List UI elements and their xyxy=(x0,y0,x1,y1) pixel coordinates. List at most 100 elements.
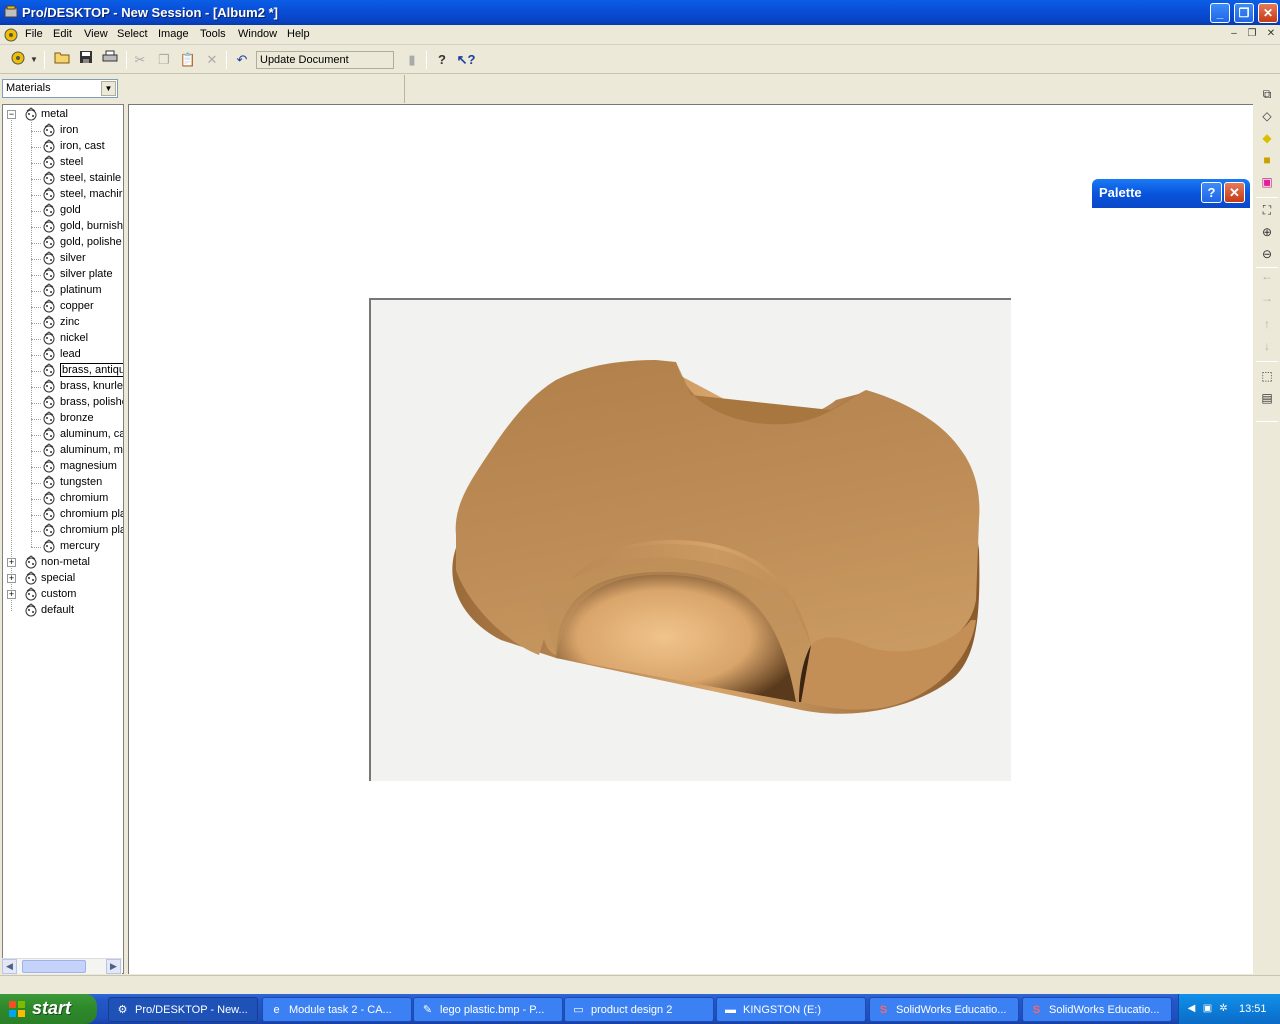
tree-item-material[interactable]: brass, polishe xyxy=(3,395,123,411)
tree-group-metal[interactable]: − metal xyxy=(3,107,123,123)
maximize-button[interactable]: ❐ xyxy=(1234,3,1254,23)
workplane-icon[interactable] xyxy=(8,50,28,70)
tree-item-material[interactable]: steel xyxy=(3,155,123,171)
settings-tray-icon[interactable]: ✲ xyxy=(1217,1002,1230,1015)
menu-file[interactable]: File xyxy=(25,28,43,40)
tree-item-material[interactable]: iron xyxy=(3,123,123,139)
tree-item-material[interactable]: steel, stainle xyxy=(3,171,123,187)
zoom-out-icon[interactable]: ⊖ xyxy=(1258,245,1276,263)
tree-item-material[interactable]: bronze xyxy=(3,411,123,427)
task-product-design[interactable]: ▭ product design 2 xyxy=(564,997,714,1022)
expand-icon[interactable]: + xyxy=(7,558,16,567)
pan-left-icon[interactable]: ← xyxy=(1258,267,1276,285)
select-part-icon[interactable]: ⬚ xyxy=(1258,367,1276,385)
tree-item-material[interactable]: chromium pla xyxy=(3,523,123,539)
tree-item-material[interactable]: platinum xyxy=(3,283,123,299)
palette-close-button[interactable]: ✕ xyxy=(1224,182,1245,203)
palette-window[interactable]: Palette ? ✕ xyxy=(1092,179,1250,208)
chevron-down-icon[interactable]: ▼ xyxy=(28,50,40,70)
network-icon[interactable]: ▣ xyxy=(1201,1002,1214,1015)
tree-item-material[interactable]: copper xyxy=(3,299,123,315)
collapse-icon[interactable]: − xyxy=(7,110,16,119)
enhanced-view-icon[interactable]: ■ xyxy=(1258,151,1276,169)
task-kingston-drive[interactable]: ▬ KINGSTON (E:) xyxy=(716,997,866,1022)
tree-item-material[interactable]: mercury xyxy=(3,539,123,555)
materials-select[interactable]: Materials ▼ xyxy=(2,79,118,98)
menu-edit[interactable]: Edit xyxy=(53,28,72,40)
task-solidworks-2[interactable]: S SolidWorks Educatio... xyxy=(1022,997,1172,1022)
tree-item-material[interactable]: steel, machir xyxy=(3,187,123,203)
tree-item-material[interactable]: aluminum, ca xyxy=(3,427,123,443)
delete-icon[interactable]: ✕ xyxy=(202,50,222,70)
materials-tree[interactable]: − metal iron iron, cast steel steel, stainle s… xyxy=(2,104,124,974)
task-prodesktop[interactable]: ⚙ Pro/DESKTOP - New... xyxy=(108,997,258,1022)
update-document-button[interactable]: Update Document xyxy=(256,51,394,69)
pan-down-icon[interactable]: ↓ xyxy=(1258,337,1276,355)
tree-group-special[interactable]: + special xyxy=(3,571,123,587)
tree-item-material[interactable]: aluminum, ma xyxy=(3,443,123,459)
menu-window[interactable]: Window xyxy=(238,28,277,40)
pan-up-icon[interactable]: ↑ xyxy=(1258,315,1276,333)
menu-tools[interactable]: Tools xyxy=(200,28,226,40)
tree-item-material[interactable]: gold, burnish xyxy=(3,219,123,235)
palette-help-button[interactable]: ? xyxy=(1201,182,1222,203)
expand-icon[interactable]: + xyxy=(7,574,16,583)
menu-select[interactable]: Select xyxy=(117,28,148,40)
design-viewport[interactable] xyxy=(128,104,1253,974)
tree-item-material[interactable]: lead xyxy=(3,347,123,363)
wireframe-view-icon[interactable]: ◇ xyxy=(1258,107,1276,125)
scroll-left-icon[interactable]: ◀ xyxy=(2,959,17,974)
tree-item-material[interactable]: chromium xyxy=(3,491,123,507)
mdi-minimize-button[interactable]: – xyxy=(1227,28,1241,39)
document-icon[interactable] xyxy=(4,28,18,42)
tree-item-material[interactable]: gold, polishe xyxy=(3,235,123,251)
save-icon[interactable] xyxy=(76,50,96,70)
shaded-view-icon[interactable]: ◆ xyxy=(1258,129,1276,147)
copy-icon[interactable]: ❐ xyxy=(154,50,174,70)
menu-help[interactable]: Help xyxy=(287,28,310,40)
print-icon[interactable] xyxy=(100,50,120,70)
scroll-thumb[interactable] xyxy=(22,960,86,973)
zoom-in-icon[interactable]: ⊕ xyxy=(1258,223,1276,241)
tree-group-default[interactable]: default xyxy=(3,603,123,619)
tree-group-custom[interactable]: + custom xyxy=(3,587,123,603)
tree-item-material[interactable]: gold xyxy=(3,203,123,219)
open-folder-icon[interactable] xyxy=(52,50,72,70)
mdi-restore-button[interactable]: ❐ xyxy=(1245,28,1259,39)
help-icon[interactable]: ? xyxy=(432,50,452,70)
expand-icon[interactable]: + xyxy=(7,590,16,599)
tree-item-material[interactable]: tungsten xyxy=(3,475,123,491)
render-view-icon[interactable]: ▣ xyxy=(1258,173,1276,191)
scroll-right-icon[interactable]: ▶ xyxy=(106,959,121,974)
pan-right-icon[interactable]: → xyxy=(1258,289,1276,307)
task-module-task[interactable]: e Module task 2 - CA... xyxy=(262,997,412,1022)
tree-item-material[interactable]: chromium pla xyxy=(3,507,123,523)
tray-expand-icon[interactable]: ◀ xyxy=(1185,1002,1198,1015)
menu-view[interactable]: View xyxy=(84,28,108,40)
context-help-icon[interactable]: ↖? xyxy=(456,50,476,70)
tree-item-material[interactable]: iron, cast xyxy=(3,139,123,155)
tree-item-material[interactable]: zinc xyxy=(3,315,123,331)
cut-icon[interactable]: ✂ xyxy=(130,50,150,70)
chevron-down-icon[interactable]: ▼ xyxy=(101,81,116,96)
start-button[interactable]: start xyxy=(0,994,97,1024)
close-button[interactable]: ✕ xyxy=(1258,3,1278,23)
tree-item-material[interactable]: brass, antique xyxy=(3,363,123,379)
tree-item-material[interactable]: silver xyxy=(3,251,123,267)
app-icon[interactable] xyxy=(4,5,18,19)
zoom-to-fit-icon[interactable]: ⛶ xyxy=(1258,201,1276,219)
minimize-button[interactable]: _ xyxy=(1210,3,1230,23)
traffic-light-icon[interactable]: ▮ xyxy=(402,50,422,70)
tree-item-material[interactable]: brass, knurle xyxy=(3,379,123,395)
paste-icon[interactable]: 📋 xyxy=(178,50,198,70)
task-solidworks-1[interactable]: S SolidWorks Educatio... xyxy=(869,997,1019,1022)
tree-item-material[interactable]: magnesium xyxy=(3,459,123,475)
mdi-close-button[interactable]: ✕ xyxy=(1264,28,1278,39)
tree-group-non-metal[interactable]: + non-metal xyxy=(3,555,123,571)
menu-image[interactable]: Image xyxy=(158,28,189,40)
undo-icon[interactable]: ↶ xyxy=(232,50,252,70)
tree-item-material[interactable]: nickel xyxy=(3,331,123,347)
select-faces-icon[interactable]: ▤ xyxy=(1258,389,1276,407)
tree-horizontal-scrollbar[interactable]: ◀ ▶ xyxy=(2,958,122,974)
tree-item-material[interactable]: silver plate xyxy=(3,267,123,283)
